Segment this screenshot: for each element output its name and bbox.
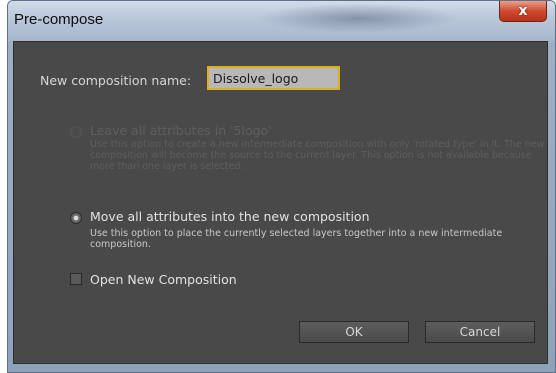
move-attributes-radio[interactable] xyxy=(70,212,82,224)
cancel-button[interactable]: Cancel xyxy=(425,321,535,343)
ok-button[interactable]: OK xyxy=(299,321,409,343)
composition-name-input[interactable] xyxy=(207,66,340,90)
open-new-composition-checkbox[interactable] xyxy=(70,273,82,285)
leave-attributes-description: Use this option to create a new intermed… xyxy=(90,139,545,172)
move-attributes-label[interactable]: Move all attributes into the new composi… xyxy=(90,209,370,224)
close-button[interactable]: x xyxy=(499,1,547,22)
dialog-title: Pre-compose xyxy=(14,11,104,28)
title-bar[interactable]: Pre-compose x xyxy=(8,1,555,41)
dialog-body: New composition name: Leave all attribut… xyxy=(13,41,548,364)
composition-name-label: New composition name: xyxy=(40,73,192,88)
leave-attributes-radio xyxy=(70,126,82,138)
close-icon: x xyxy=(518,3,528,19)
pre-compose-dialog: Pre-compose x New composition name: Leav… xyxy=(7,0,556,373)
open-new-composition-label[interactable]: Open New Composition xyxy=(90,272,237,287)
leave-attributes-label: Leave all attributes in '5logo' xyxy=(90,123,272,138)
move-attributes-description: Use this option to place the currently s… xyxy=(90,228,503,250)
